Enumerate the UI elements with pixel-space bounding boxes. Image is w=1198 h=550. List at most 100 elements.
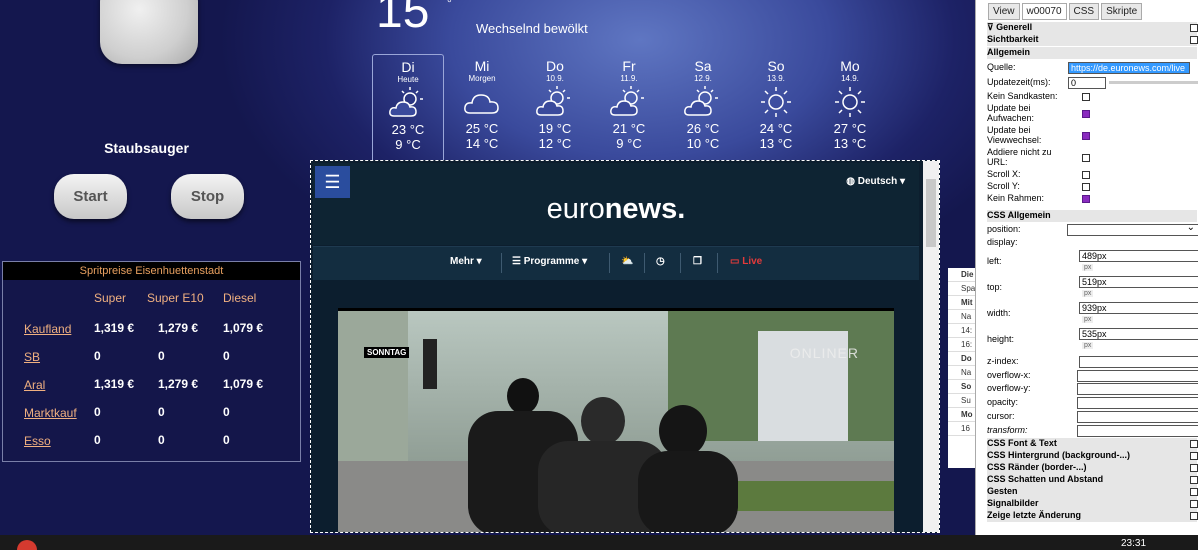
height-unit: px (1082, 342, 1094, 349)
nav-programs[interactable]: ☰ Programme ▾ (512, 256, 587, 267)
euronews-iframe[interactable]: ☰ ◍ Deutsch ▾ euronews. Mehr ▾ ☰ Program… (310, 160, 940, 533)
fuel-station[interactable]: Aral (24, 378, 45, 392)
width-input[interactable]: 939px (1079, 302, 1198, 314)
forecast-day-name: Fr (622, 58, 636, 74)
overflow-x-select[interactable] (1077, 368, 1198, 382)
section-css-allgemein[interactable]: CSS Allgemein (987, 210, 1197, 222)
section-css-font-checkbox[interactable] (1190, 440, 1198, 448)
forecast-day[interactable]: Mo 14.9. 27 °C 13 °C (814, 54, 886, 164)
current-temperature: 15 (376, 0, 430, 38)
section-css-shadow[interactable]: CSS Schatten und Abstand (987, 474, 1198, 486)
forecast-day[interactable]: Mi Morgen 25 °C 14 °C (446, 54, 518, 164)
fuel-station[interactable]: Esso (24, 434, 51, 448)
euronews-logo[interactable]: euronews. (313, 193, 919, 226)
left-input[interactable]: 489px (1079, 250, 1198, 262)
quelle-input[interactable]: https://de.euronews.com/live (1068, 62, 1190, 74)
forecast-day-date: 14.9. (841, 74, 859, 83)
forecast-day[interactable]: So 13.9. 24 °C 13 °C (740, 54, 812, 164)
updatezeit-slider[interactable] (1109, 81, 1198, 84)
vacuum-start-button[interactable]: Start (54, 174, 127, 219)
noadd-url-checkbox[interactable] (1082, 154, 1090, 162)
section-sichtbarkeit[interactable]: Sichtbarkeit (987, 34, 1198, 46)
height-input[interactable]: 535px (1079, 328, 1198, 340)
no-frame-checkbox[interactable] (1082, 195, 1090, 203)
latest-nav-icon[interactable]: ◷ (656, 256, 665, 267)
side-calendar-widget: Die Spa Mit Na 14: 16: Do Na So Su Mo 16 (948, 268, 975, 468)
weather-nav-icon[interactable]: ⛅ (621, 256, 633, 267)
fuel-station[interactable]: Kaufland (24, 322, 71, 336)
tab-widget-id[interactable]: w00070 (1021, 3, 1067, 20)
fuel-station[interactable]: SB (24, 350, 40, 364)
forecast-high: 23 °C (391, 122, 425, 137)
nav-more[interactable]: Mehr ▾ (450, 256, 482, 267)
field-left: left: 489px px (987, 250, 1198, 271)
section-generell-checkbox[interactable] (1190, 24, 1198, 32)
cursor-input[interactable] (1077, 411, 1198, 423)
section-css-background-checkbox[interactable] (1190, 452, 1198, 460)
field-overflow-x: overflow-x: (987, 368, 1198, 382)
update-wake-checkbox[interactable] (1082, 110, 1090, 118)
section-css-border-checkbox[interactable] (1190, 464, 1198, 472)
section-css-font-label: CSS Font & Text (987, 438, 1057, 448)
vacuum-stop-button[interactable]: Stop (171, 174, 244, 219)
overflow-x-label: overflow-x: (987, 370, 1031, 380)
forecast-day[interactable]: Di Heute 23 °C 9 °C (372, 54, 444, 164)
cloud-icon (446, 85, 518, 119)
overflow-y-select[interactable] (1077, 381, 1198, 395)
forecast-day-name: Mi (474, 58, 490, 74)
side-widget-row: Na (948, 310, 975, 324)
scroll-x-checkbox[interactable] (1082, 171, 1090, 179)
browser-app-icon[interactable] (17, 540, 37, 550)
field-scroll-y: Scroll Y: (987, 181, 1197, 193)
section-css-shadow-checkbox[interactable] (1190, 476, 1198, 484)
position-select[interactable] (1067, 222, 1198, 236)
scroll-y-label: Scroll Y: (987, 181, 1020, 191)
section-generell[interactable]: ⊽ Generell (987, 22, 1198, 34)
tab-css[interactable]: CSS (1068, 3, 1100, 20)
nav-programs-label: Programme (523, 256, 580, 267)
section-css-font[interactable]: CSS Font & Text (987, 438, 1198, 450)
top-input[interactable]: 519px (1079, 276, 1198, 288)
scroll-y-checkbox[interactable] (1082, 183, 1090, 191)
update-view-checkbox[interactable] (1082, 132, 1090, 140)
section-signalbilder[interactable]: Signalbilder (987, 498, 1198, 510)
forecast-day[interactable]: Do 10.9. 19 °C 12 °C (519, 54, 591, 164)
tab-view[interactable]: View (988, 3, 1020, 20)
fuel-price-super: 1,319 € (94, 321, 135, 335)
section-signalbilder-checkbox[interactable] (1190, 500, 1198, 508)
section-gesten-label: Gesten (987, 486, 1018, 496)
tab-scripts[interactable]: Skripte (1101, 3, 1143, 20)
section-last-change-checkbox[interactable] (1190, 512, 1198, 520)
weather-condition: Wechselnd bewölkt (476, 21, 588, 36)
fuel-row: Aral 1,319 € 1,279 € 1,079 € (3, 374, 300, 396)
section-css-background[interactable]: CSS Hintergrund (background-...) (987, 450, 1198, 462)
section-gesten[interactable]: Gesten (987, 486, 1198, 498)
section-sichtbarkeit-checkbox[interactable] (1190, 36, 1198, 44)
language-selector[interactable]: ◍ Deutsch ▾ (846, 176, 905, 187)
iframe-scroll-thumb[interactable] (926, 179, 936, 247)
section-css-allgemein-label: CSS Allgemein (987, 210, 1051, 220)
live-video-player[interactable]: SONNTAG ONLINER (338, 308, 894, 532)
transform-input[interactable] (1077, 425, 1198, 437)
forecast-day[interactable]: Fr 11.9. 21 °C 9 °C (593, 54, 665, 164)
fuel-station[interactable]: Marktkauf (24, 406, 77, 420)
section-gesten-checkbox[interactable] (1190, 488, 1198, 496)
partly-sunny-icon (373, 86, 443, 120)
opacity-input[interactable] (1077, 397, 1198, 409)
section-allgemein[interactable]: Allgemein (987, 47, 1197, 59)
forecast-day[interactable]: Sa 12.9. 26 °C 10 °C (667, 54, 739, 164)
sandbox-checkbox[interactable] (1082, 93, 1090, 101)
fuel-price-super: 0 (94, 433, 101, 447)
z-index-input[interactable] (1079, 356, 1198, 368)
section-css-shadow-label: CSS Schatten und Abstand (987, 474, 1104, 484)
section-css-border[interactable]: CSS Ränder (border-...) (987, 462, 1198, 474)
section-last-change[interactable]: Zeige letzte Änderung (987, 510, 1198, 522)
forecast-low: 13 °C (759, 136, 793, 151)
updatezeit-input[interactable]: 0 (1068, 77, 1106, 89)
partly-sunny-icon (519, 85, 591, 119)
copy-nav-icon[interactable]: ❐ (693, 256, 702, 267)
forecast-low: 9 °C (395, 137, 421, 152)
field-scroll-x: Scroll X: (987, 169, 1197, 181)
iframe-scrollbar[interactable] (923, 161, 939, 532)
nav-live[interactable]: ▭ Live (730, 256, 762, 267)
